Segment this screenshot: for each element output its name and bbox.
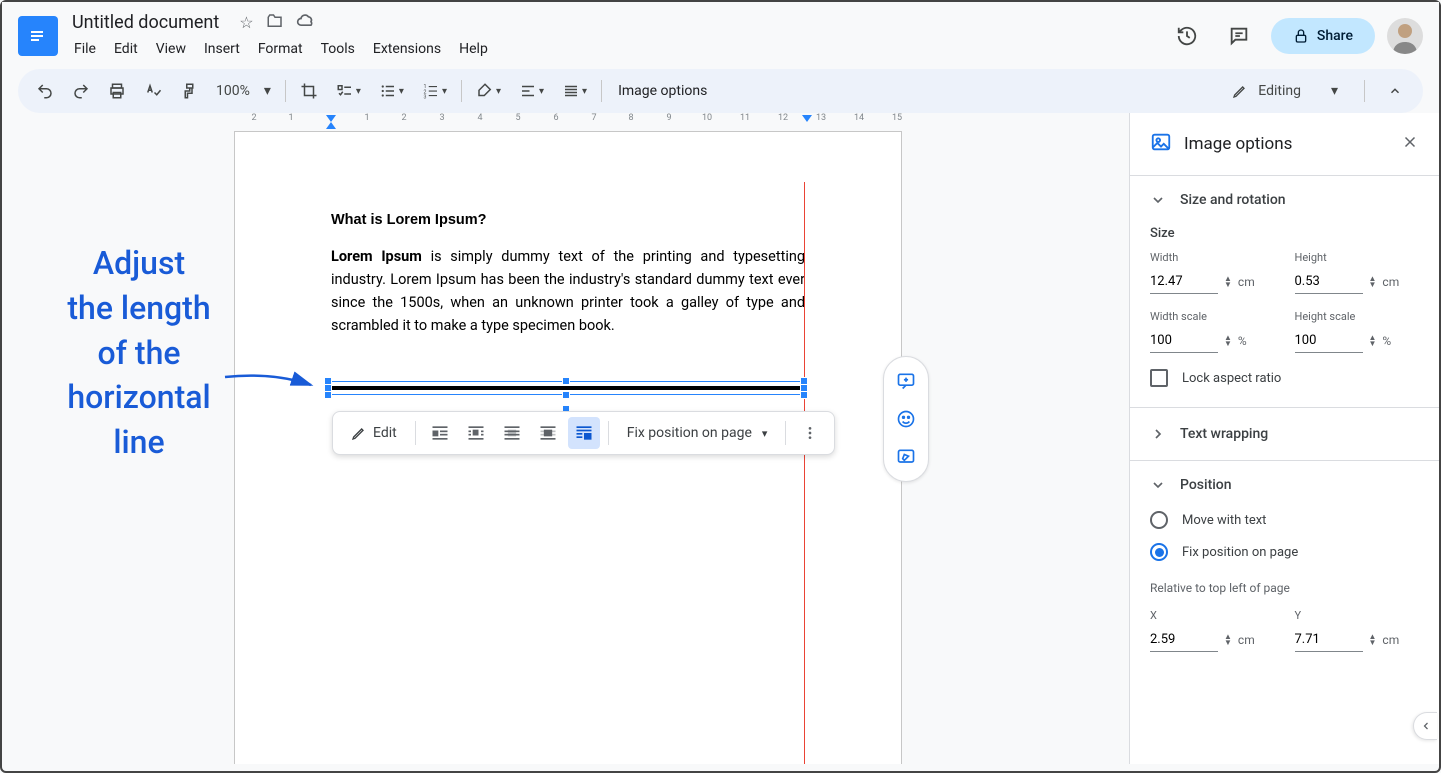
x-input[interactable] xyxy=(1150,628,1218,652)
share-button[interactable]: Share xyxy=(1271,18,1375,54)
document-heading[interactable]: What is Lorem Ipsum? xyxy=(331,212,805,228)
menu-format[interactable]: Format xyxy=(250,37,311,61)
resize-handle-n[interactable] xyxy=(562,377,570,385)
x-spinner[interactable]: ▲▼ xyxy=(1224,634,1232,646)
edit-image-button[interactable]: Edit xyxy=(341,419,407,447)
height-scale-input[interactable] xyxy=(1295,329,1363,353)
image-options-sidebar: Image options Size and rotation Size Wid… xyxy=(1129,113,1439,764)
align-dropdown[interactable]: ▾ xyxy=(511,76,552,106)
close-sidebar-button[interactable] xyxy=(1401,133,1419,155)
vertical-ruler[interactable] xyxy=(2,131,18,764)
annotation-text: Adjust the length of the horizontal line xyxy=(44,241,234,465)
move-icon[interactable] xyxy=(266,12,284,34)
toolbar: 100%▾ ▾ ▾ 123▾ ▾ ▾ ▾ Image options Editi… xyxy=(18,69,1423,113)
menu-file[interactable]: File xyxy=(66,37,104,61)
size-label: Size xyxy=(1150,226,1419,241)
menu-insert[interactable]: Insert xyxy=(196,37,248,61)
image-icon xyxy=(1150,131,1172,157)
document-paragraph[interactable]: Lorem Ipsum is simply dummy text of the … xyxy=(331,246,805,338)
y-input[interactable] xyxy=(1295,628,1363,652)
border-color-dropdown[interactable]: ▾ xyxy=(468,76,509,106)
expand-side-panel-button[interactable] xyxy=(1413,712,1437,740)
bulleted-list-dropdown[interactable]: ▾ xyxy=(371,76,412,106)
lock-aspect-checkbox[interactable] xyxy=(1150,369,1168,387)
sidebar-title: Image options xyxy=(1184,134,1389,154)
line-spacing-dropdown[interactable]: ▾ xyxy=(554,76,595,106)
menu-help[interactable]: Help xyxy=(451,37,496,61)
horizontal-ruler[interactable]: 2 1 1 2 3 4 5 6 7 8 9 10 11 12 13 14 15 xyxy=(18,113,1129,131)
wrap-front-icon[interactable] xyxy=(532,417,564,449)
chevron-down-icon xyxy=(1150,192,1166,208)
menu-view[interactable]: View xyxy=(148,37,194,61)
menu-edit[interactable]: Edit xyxy=(106,37,146,61)
selected-image[interactable] xyxy=(328,381,804,395)
wrap-fixed-icon[interactable] xyxy=(568,417,600,449)
image-floating-toolbar: Edit Fix position on page ▾ xyxy=(332,411,835,455)
width-scale-input[interactable] xyxy=(1150,329,1218,353)
height-scale-label: Height scale xyxy=(1295,310,1420,323)
numbered-list-dropdown[interactable]: 123▾ xyxy=(414,76,455,106)
suggest-edit-button[interactable] xyxy=(888,439,924,475)
add-comment-button[interactable] xyxy=(888,363,924,399)
height-spinner[interactable]: ▲▼ xyxy=(1369,276,1377,288)
height-input[interactable] xyxy=(1295,270,1363,294)
share-label: Share xyxy=(1317,28,1353,44)
width-scale-spinner[interactable]: ▲▼ xyxy=(1224,335,1232,347)
history-icon[interactable] xyxy=(1167,16,1207,56)
spellcheck-button[interactable] xyxy=(136,76,170,106)
paint-format-button[interactable] xyxy=(172,76,206,106)
size-rotation-panel-header[interactable]: Size and rotation xyxy=(1150,192,1419,208)
fix-position-radio[interactable]: Fix position on page xyxy=(1150,543,1419,561)
undo-button[interactable] xyxy=(28,76,62,106)
document-title[interactable]: Untitled document xyxy=(66,10,225,35)
image-options-button[interactable]: Image options xyxy=(608,76,717,106)
move-with-text-radio[interactable]: Move with text xyxy=(1150,511,1419,529)
zoom-dropdown[interactable]: 100%▾ xyxy=(208,76,279,106)
wrap-behind-icon[interactable] xyxy=(496,417,528,449)
chevron-right-icon xyxy=(1150,426,1166,442)
fix-position-dropdown[interactable]: Fix position on page ▾ xyxy=(617,419,778,447)
more-options-icon[interactable] xyxy=(794,417,826,449)
avatar[interactable] xyxy=(1387,18,1423,54)
comments-icon[interactable] xyxy=(1219,16,1259,56)
height-label: Height xyxy=(1295,251,1420,264)
menu-extensions[interactable]: Extensions xyxy=(365,37,449,61)
pencil-icon xyxy=(351,425,367,441)
wrap-inline-icon[interactable] xyxy=(424,417,456,449)
collapse-toolbar-button[interactable] xyxy=(1377,73,1413,109)
resize-handle-s[interactable] xyxy=(562,391,570,399)
docs-logo[interactable] xyxy=(18,16,58,56)
position-panel-header[interactable]: Position xyxy=(1150,477,1419,493)
width-label: Width xyxy=(1150,251,1275,264)
wrap-break-icon[interactable] xyxy=(460,417,492,449)
width-spinner[interactable]: ▲▼ xyxy=(1224,276,1232,288)
chevron-down-icon xyxy=(1150,477,1166,493)
checklist-dropdown[interactable]: ▾ xyxy=(328,76,369,106)
editing-mode-dropdown[interactable]: Editing ▾ xyxy=(1218,76,1352,106)
redo-button[interactable] xyxy=(64,76,98,106)
y-label: Y xyxy=(1295,609,1420,622)
add-emoji-button[interactable] xyxy=(888,401,924,437)
svg-text:3: 3 xyxy=(423,95,426,101)
resize-handle-sw[interactable] xyxy=(324,391,332,399)
width-scale-label: Width scale xyxy=(1150,310,1275,323)
side-action-buttons xyxy=(883,356,929,482)
menu-tools[interactable]: Tools xyxy=(313,37,363,61)
relative-to-label: Relative to top left of page xyxy=(1150,581,1419,595)
height-scale-spinner[interactable]: ▲▼ xyxy=(1369,335,1377,347)
width-input[interactable] xyxy=(1150,270,1218,294)
star-icon[interactable]: ☆ xyxy=(239,13,253,32)
x-label: X xyxy=(1150,609,1275,622)
lock-aspect-label: Lock aspect ratio xyxy=(1182,371,1281,386)
margin-guide xyxy=(804,182,805,764)
crop-button[interactable] xyxy=(292,76,326,106)
text-wrapping-panel-header[interactable]: Text wrapping xyxy=(1150,426,1419,442)
y-spinner[interactable]: ▲▼ xyxy=(1369,634,1377,646)
lock-icon xyxy=(1293,28,1309,44)
cloud-status-icon[interactable] xyxy=(296,13,316,33)
print-button[interactable] xyxy=(100,76,134,106)
annotation-arrow xyxy=(223,367,323,407)
pencil-icon xyxy=(1232,83,1248,99)
resize-handle-se[interactable] xyxy=(800,391,808,399)
